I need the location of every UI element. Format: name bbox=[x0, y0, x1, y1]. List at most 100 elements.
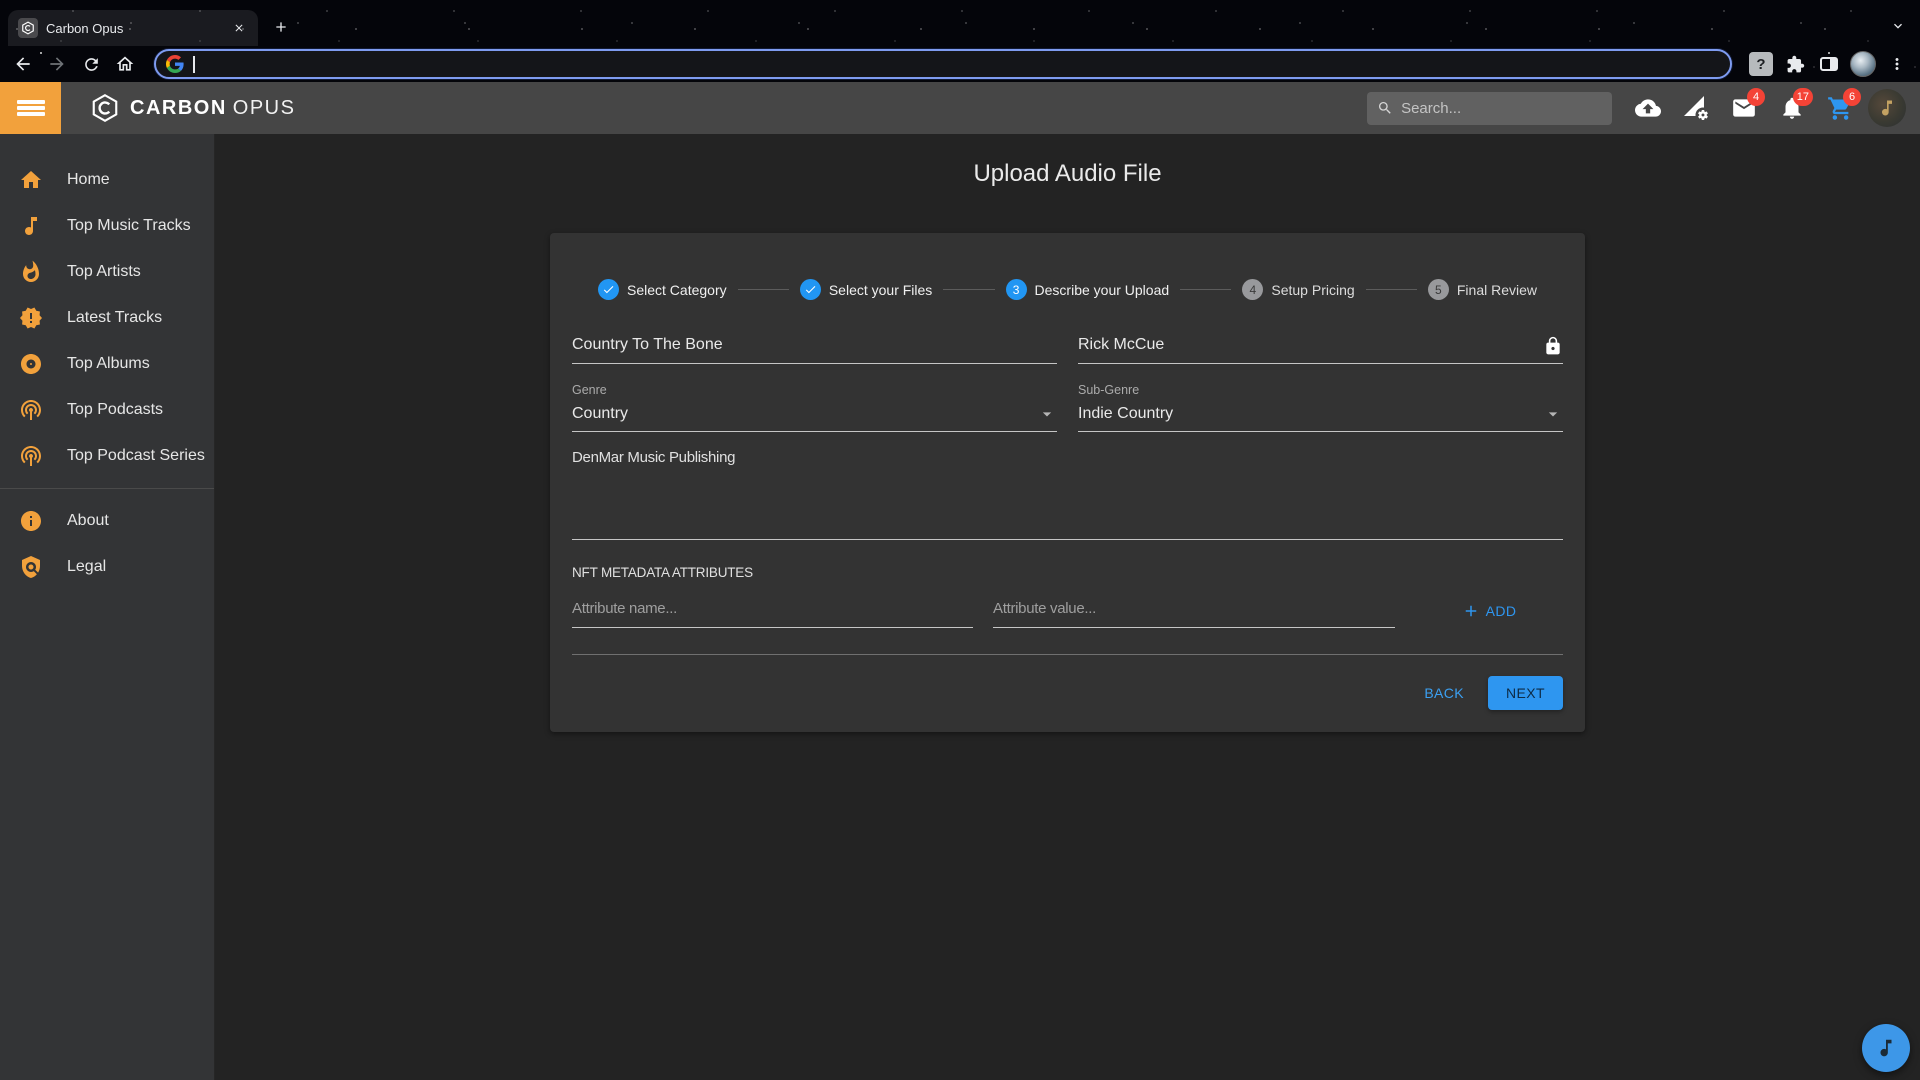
description-field[interactable]: DenMar Music Publishing bbox=[572, 449, 1563, 540]
flame-icon bbox=[19, 260, 43, 284]
hamburger-icon bbox=[17, 98, 45, 119]
sidebar-item-latest-tracks[interactable]: Latest Tracks bbox=[0, 295, 214, 341]
genre-field: Genre Country bbox=[572, 383, 1057, 432]
sidebar-item-top-albums[interactable]: Top Albums bbox=[0, 341, 214, 387]
music-note-icon bbox=[1875, 1037, 1897, 1059]
upload-manager-button[interactable] bbox=[1672, 84, 1720, 132]
artist-input[interactable] bbox=[1078, 336, 1543, 363]
new-releases-icon bbox=[19, 306, 43, 330]
help-icon[interactable] bbox=[1746, 49, 1776, 79]
music-player-fab[interactable] bbox=[1862, 1024, 1910, 1072]
url-input[interactable] bbox=[204, 57, 1721, 72]
artist-field[interactable] bbox=[1078, 336, 1563, 364]
home-button-icon[interactable] bbox=[110, 49, 140, 79]
step-setup-pricing[interactable]: 4 Setup Pricing bbox=[1242, 279, 1354, 300]
step-number: 4 bbox=[1242, 279, 1263, 300]
text-cursor bbox=[193, 56, 195, 73]
menu-button[interactable] bbox=[0, 82, 61, 134]
tab-search-chevron-icon[interactable] bbox=[1884, 12, 1912, 40]
sidebar: Home Top Music Tracks Top Artists Latest… bbox=[0, 134, 215, 1080]
attribute-name-field[interactable] bbox=[572, 594, 973, 628]
sidebar-item-top-podcasts[interactable]: Top Podcasts bbox=[0, 387, 214, 433]
notifications-button[interactable]: 17 bbox=[1768, 84, 1816, 132]
dropdown-arrow-icon bbox=[1037, 404, 1057, 424]
page-title: Upload Audio File bbox=[215, 160, 1920, 188]
side-panel-icon[interactable] bbox=[1814, 49, 1844, 79]
subgenre-label: Sub-Genre bbox=[1078, 383, 1563, 397]
subgenre-select[interactable]: Indie Country bbox=[1078, 404, 1563, 432]
tab-favicon-icon bbox=[18, 18, 38, 38]
subgenre-field: Sub-Genre Indie Country bbox=[1078, 383, 1563, 432]
back-icon[interactable] bbox=[8, 49, 38, 79]
main-content: Upload Audio File Select Category bbox=[215, 134, 1920, 1080]
more-vert-icon[interactable] bbox=[1882, 49, 1912, 79]
sidebar-item-legal[interactable]: Legal bbox=[0, 544, 214, 590]
upload-wizard-card: Select Category Select your Files 3 Desc… bbox=[550, 233, 1585, 732]
tab-title: Carbon Opus bbox=[46, 21, 222, 36]
info-icon bbox=[19, 509, 43, 533]
search-input[interactable] bbox=[1401, 100, 1602, 117]
sidebar-item-home[interactable]: Home bbox=[0, 157, 214, 203]
step-final-review[interactable]: 5 Final Review bbox=[1428, 279, 1537, 300]
step-connector bbox=[943, 289, 994, 290]
step-number: 5 bbox=[1428, 279, 1449, 300]
google-g-icon bbox=[166, 55, 184, 73]
step-select-files[interactable]: Select your Files bbox=[800, 279, 932, 300]
reload-icon[interactable] bbox=[76, 49, 106, 79]
brand-text: CARBONOPUS bbox=[130, 97, 295, 120]
podcast-icon bbox=[19, 444, 43, 468]
cart-badge: 6 bbox=[1843, 88, 1861, 106]
upload-button[interactable] bbox=[1624, 84, 1672, 132]
messages-button[interactable]: 4 bbox=[1720, 84, 1768, 132]
app-header: CARBONOPUS 4 17 6 bbox=[0, 82, 1920, 134]
brand-logo[interactable]: CARBONOPUS bbox=[90, 93, 295, 123]
sidebar-item-top-podcast-series[interactable]: Top Podcast Series bbox=[0, 433, 214, 479]
url-bar[interactable] bbox=[154, 49, 1732, 79]
home-icon bbox=[19, 168, 43, 192]
tab-close-icon[interactable] bbox=[230, 19, 248, 37]
profile-avatar[interactable] bbox=[1848, 49, 1878, 79]
step-check-icon bbox=[800, 279, 821, 300]
step-select-category[interactable]: Select Category bbox=[598, 279, 727, 300]
attribute-value-input[interactable] bbox=[993, 594, 1395, 627]
new-tab-button[interactable] bbox=[266, 12, 296, 42]
carbon-opus-app: CARBONOPUS 4 17 6 bbox=[0, 82, 1920, 1080]
lock-icon bbox=[1543, 336, 1563, 356]
search-icon bbox=[1377, 99, 1393, 117]
forward-icon[interactable] bbox=[42, 49, 72, 79]
section-divider bbox=[572, 654, 1563, 655]
step-connector bbox=[1180, 289, 1231, 290]
sidebar-item-about[interactable]: About bbox=[0, 498, 214, 544]
step-number: 3 bbox=[1006, 279, 1027, 300]
step-connector bbox=[738, 289, 789, 290]
extensions-icon[interactable] bbox=[1780, 49, 1810, 79]
avatar-music-note-icon bbox=[1877, 98, 1897, 118]
carbon-opus-logo-icon bbox=[90, 93, 120, 123]
nft-attribute-row: ADD bbox=[572, 594, 1563, 628]
attribute-value-field[interactable] bbox=[993, 594, 1395, 628]
cart-button[interactable]: 6 bbox=[1816, 84, 1864, 132]
sidebar-item-top-music-tracks[interactable]: Top Music Tracks bbox=[0, 203, 214, 249]
genre-label: Genre bbox=[572, 383, 1057, 397]
track-title-input[interactable] bbox=[572, 336, 1057, 363]
description-textarea[interactable]: DenMar Music Publishing bbox=[572, 449, 1563, 534]
cloud-upload-icon bbox=[1635, 95, 1661, 121]
messages-badge: 4 bbox=[1747, 88, 1765, 106]
dropdown-arrow-icon bbox=[1543, 404, 1563, 424]
next-button[interactable]: NEXT bbox=[1488, 676, 1563, 710]
track-title-field[interactable] bbox=[572, 336, 1057, 364]
genre-select[interactable]: Country bbox=[572, 404, 1057, 432]
add-attribute-button[interactable]: ADD bbox=[1454, 596, 1525, 626]
step-describe-upload[interactable]: 3 Describe your Upload bbox=[1006, 279, 1170, 300]
nft-section-label: NFT METADATA ATTRIBUTES bbox=[572, 565, 1563, 580]
sidebar-item-top-artists[interactable]: Top Artists bbox=[0, 249, 214, 295]
browser-tab[interactable]: Carbon Opus bbox=[8, 10, 258, 46]
sidebar-divider bbox=[0, 488, 214, 489]
user-avatar[interactable] bbox=[1868, 89, 1906, 127]
attribute-name-input[interactable] bbox=[572, 594, 973, 627]
plus-icon bbox=[1462, 602, 1480, 620]
policy-icon bbox=[19, 555, 43, 579]
tab-strip: Carbon Opus bbox=[0, 0, 1920, 46]
back-button[interactable]: BACK bbox=[1412, 677, 1476, 709]
search-box[interactable] bbox=[1367, 92, 1612, 125]
